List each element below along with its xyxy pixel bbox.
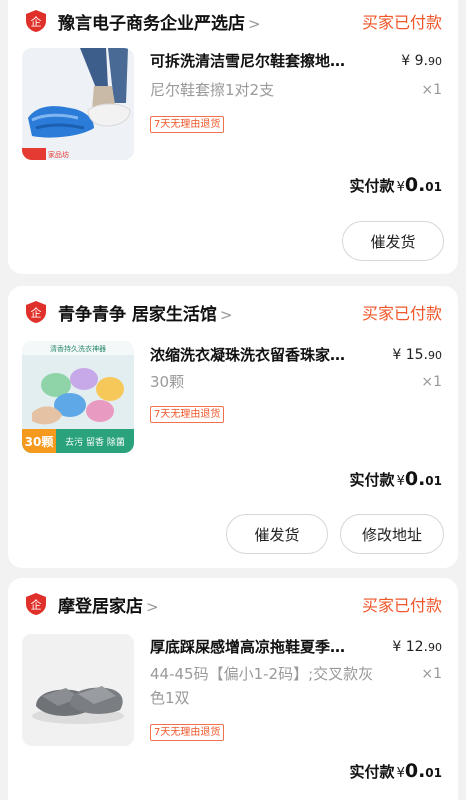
order-status: 买家已付款 bbox=[361, 596, 442, 615]
shop-header[interactable]: 企 豫言电子商务企业严选店 > 买家已付款 bbox=[24, 6, 442, 36]
product-image[interactable]: 家品坊 bbox=[22, 48, 134, 160]
product-photo-mop-slippers: 家品坊 bbox=[22, 48, 134, 160]
shop-name-wrap[interactable]: 青争青争 居家生活馆 > bbox=[58, 300, 233, 325]
price-decimal: 90 bbox=[428, 55, 442, 68]
order-status: 买家已付款 bbox=[361, 304, 442, 323]
product-quantity: ×1 bbox=[421, 666, 442, 682]
return-policy-tag: 7天无理由退货 bbox=[150, 406, 225, 423]
price-integer: 9. bbox=[414, 53, 428, 69]
enterprise-shop-icon: 企 bbox=[26, 593, 46, 615]
price-symbol: ¥ bbox=[392, 347, 402, 363]
thumb-caption: 家品坊 bbox=[48, 150, 69, 159]
paid-amount: 实付款 ¥0.01 bbox=[350, 468, 442, 490]
paid-integer: 0. bbox=[404, 174, 426, 196]
paid-label: 实付款 bbox=[349, 177, 395, 195]
product-spec: 44-45码【偏小1-2码】;交叉款灰色1双 bbox=[150, 665, 374, 707]
chevron-right-icon: > bbox=[219, 306, 233, 324]
change-address-button[interactable]: 修改地址 bbox=[340, 514, 444, 554]
shop-name-wrap[interactable]: 豫言电子商务企业严选店 > bbox=[58, 9, 261, 34]
svg-text:企: 企 bbox=[31, 15, 42, 29]
paid-currency: ¥ bbox=[396, 474, 405, 489]
product-title[interactable]: 浓缩洗衣凝珠洗衣留香珠家… bbox=[150, 344, 390, 365]
order-list: 企 豫言电子商务企业严选店 > 买家已付款 家品坊 可拆洗清洁雪尼尔鞋套擦地… ¥… bbox=[0, 0, 466, 800]
order-card: 企 青争青争 居家生活馆 > 买家已付款 清香持久洗衣神器 30颗 去污 留香 除… bbox=[8, 286, 458, 568]
shop-header[interactable]: 企 青争青争 居家生活馆 > 买家已付款 bbox=[24, 297, 442, 327]
product-spec: 尼尔鞋套擦1对2支 bbox=[150, 81, 275, 99]
order-card: 企 摩登居家店 > 买家已付款 厚底踩屎感增高凉拖鞋夏季… ¥ 12.90 44-… bbox=[8, 578, 458, 800]
paid-integer: 0. bbox=[404, 468, 426, 490]
shop-name: 摩登居家店 bbox=[58, 597, 143, 617]
thumb-slogan: 去污 留香 除菌 bbox=[65, 436, 125, 448]
price-decimal: 90 bbox=[428, 349, 442, 362]
paid-decimal: 01 bbox=[425, 474, 442, 488]
product-price: ¥ 15.90 bbox=[392, 347, 442, 363]
return-policy-tag: 7天无理由退货 bbox=[150, 724, 225, 741]
product-photo-slippers bbox=[22, 634, 134, 746]
product-price: ¥ 12.90 bbox=[392, 639, 442, 655]
paid-integer: 0. bbox=[404, 760, 426, 782]
chevron-right-icon: > bbox=[248, 15, 261, 33]
svg-text:企: 企 bbox=[31, 306, 42, 320]
paid-currency: ¥ bbox=[396, 180, 405, 195]
product-photo-laundry-pods: 清香持久洗衣神器 30颗 去污 留香 除菌 bbox=[22, 341, 134, 453]
price-decimal: 90 bbox=[428, 641, 442, 654]
paid-amount: 实付款 ¥0.01 bbox=[350, 760, 442, 782]
urge-shipment-button[interactable]: 催发货 bbox=[226, 514, 328, 554]
product-price: ¥ 9.90 bbox=[401, 53, 442, 69]
price-integer: 12. bbox=[405, 639, 428, 655]
thumb-caption: 清香持久洗衣神器 bbox=[50, 344, 106, 353]
enterprise-shop-icon: 企 bbox=[26, 10, 46, 32]
enterprise-shop-icon: 企 bbox=[26, 301, 46, 323]
shop-name-wrap[interactable]: 摩登居家店 > bbox=[58, 592, 159, 617]
urge-shipment-button[interactable]: 催发货 bbox=[342, 221, 444, 261]
paid-decimal: 01 bbox=[425, 766, 442, 780]
product-spec: 30颗 bbox=[150, 373, 185, 391]
paid-label: 实付款 bbox=[349, 471, 395, 489]
product-image[interactable]: 清香持久洗衣神器 30颗 去污 留香 除菌 bbox=[22, 341, 134, 453]
paid-label: 实付款 bbox=[349, 763, 395, 781]
svg-text:企: 企 bbox=[31, 598, 42, 612]
shop-header[interactable]: 企 摩登居家店 > 买家已付款 bbox=[24, 589, 442, 619]
paid-decimal: 01 bbox=[425, 180, 442, 194]
shop-name: 青争青争 居家生活馆 bbox=[58, 305, 217, 325]
thumb-badge: 30颗 bbox=[25, 435, 54, 449]
product-title[interactable]: 可拆洗清洁雪尼尔鞋套擦地… bbox=[150, 50, 390, 71]
price-symbol: ¥ bbox=[401, 53, 411, 69]
paid-amount: 实付款 ¥0.01 bbox=[350, 174, 442, 196]
return-policy-tag: 7天无理由退货 bbox=[150, 116, 225, 133]
order-card: 企 豫言电子商务企业严选店 > 买家已付款 家品坊 可拆洗清洁雪尼尔鞋套擦地… ¥… bbox=[8, 0, 458, 274]
product-quantity: ×1 bbox=[421, 82, 442, 98]
chevron-right-icon: > bbox=[146, 598, 159, 616]
order-status: 买家已付款 bbox=[361, 13, 442, 32]
shop-name: 豫言电子商务企业严选店 bbox=[58, 14, 245, 34]
product-image[interactable] bbox=[22, 634, 134, 746]
product-quantity: ×1 bbox=[421, 374, 442, 390]
product-title[interactable]: 厚底踩屎感增高凉拖鞋夏季… bbox=[150, 636, 390, 657]
price-symbol: ¥ bbox=[392, 639, 402, 655]
price-integer: 15. bbox=[405, 347, 428, 363]
paid-currency: ¥ bbox=[396, 766, 405, 781]
